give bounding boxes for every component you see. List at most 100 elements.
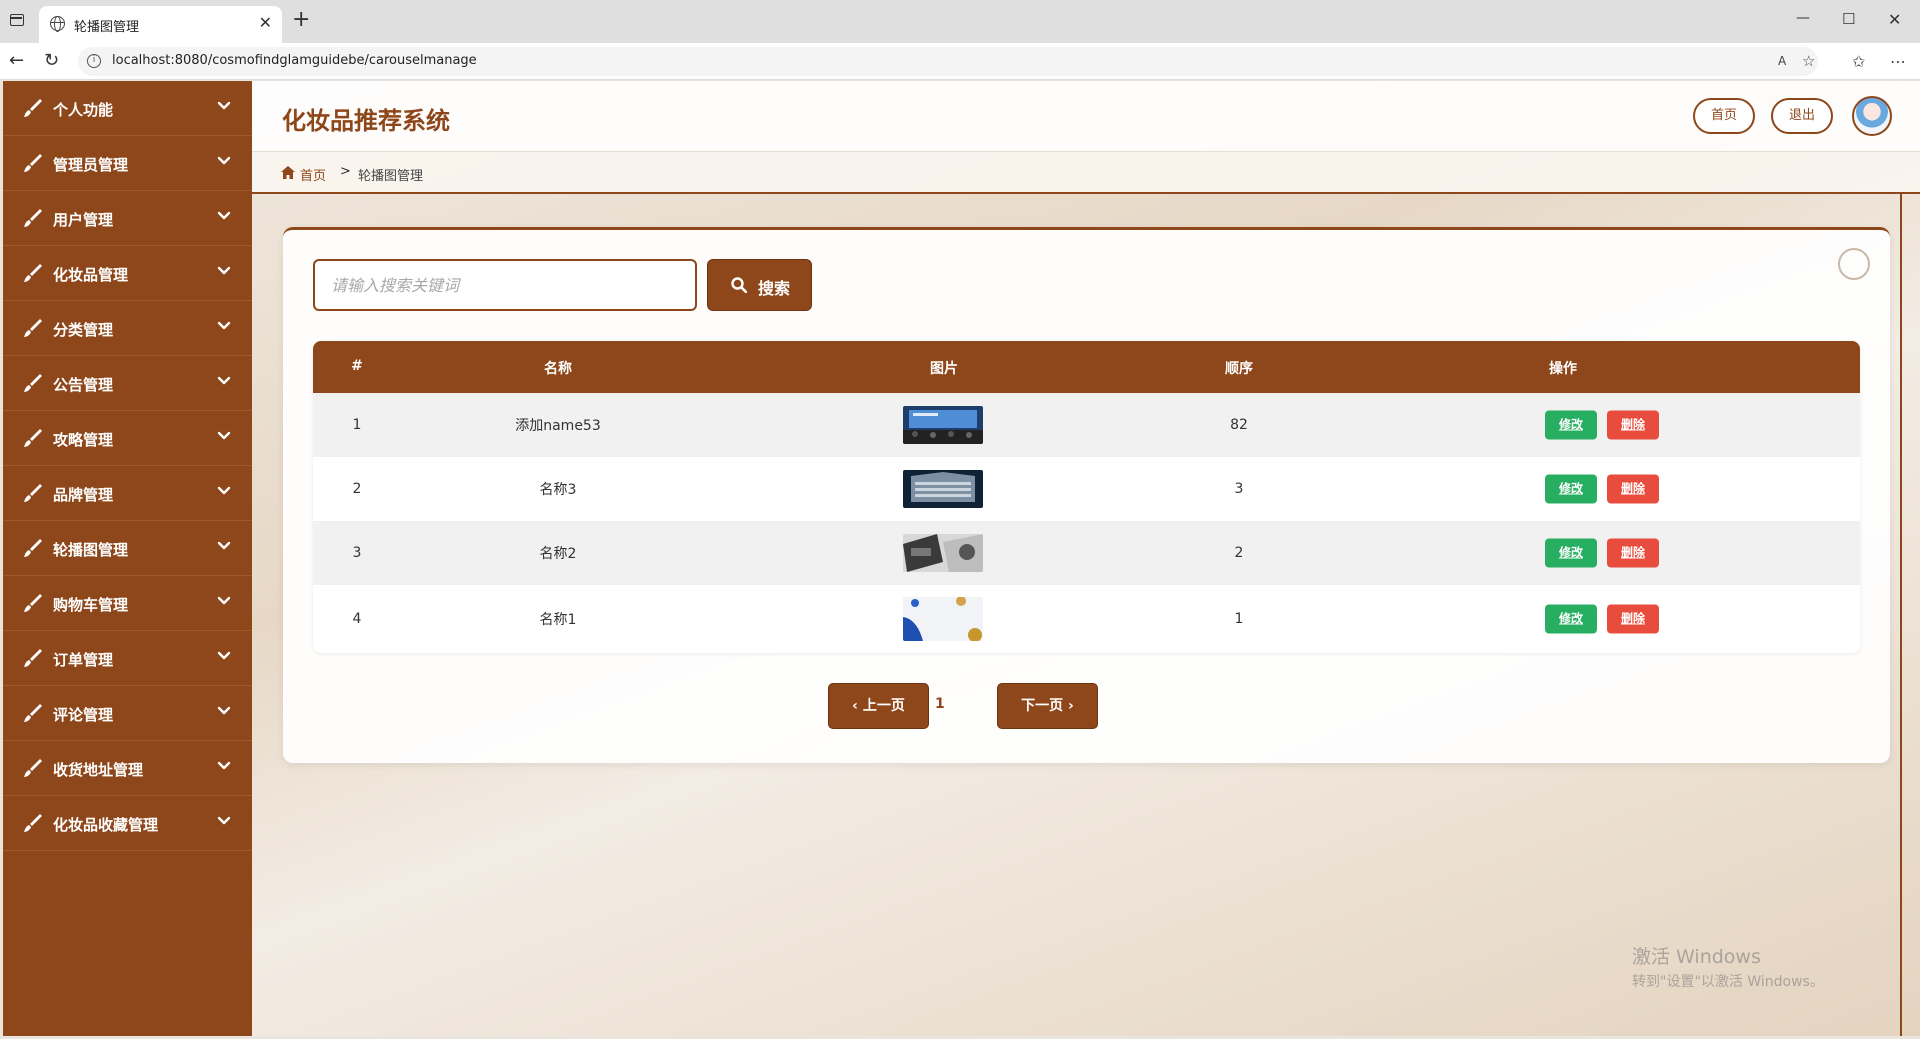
maximize-icon[interactable]: ☐	[1842, 10, 1855, 28]
browser-tab-bar: 轮播图管理 ✕ + — ☐ ✕	[0, 0, 1920, 43]
minimize-icon[interactable]: —	[1796, 10, 1810, 26]
close-tab-icon[interactable]: ✕	[259, 13, 272, 32]
back-icon[interactable]: ←	[9, 50, 24, 71]
table-row: 1 添加name53 82 修改 删除	[313, 393, 1860, 457]
brush-icon	[24, 759, 42, 777]
delete-button[interactable]: 删除	[1607, 474, 1659, 504]
chevron-down-icon	[217, 761, 231, 770]
sidebar-item[interactable]: 个人功能	[3, 81, 252, 136]
row-index: 4	[352, 611, 362, 627]
delete-button[interactable]: 删除	[1607, 604, 1659, 634]
edit-button[interactable]: 修改	[1545, 410, 1597, 440]
col-order: 顺序	[1225, 361, 1253, 377]
sidebar-item[interactable]: 化妆品管理	[3, 246, 252, 301]
browser-tab[interactable]: 轮播图管理 ✕	[39, 6, 282, 43]
current-page[interactable]: 1	[935, 696, 945, 712]
watermark-line2: 转到"设置"以激活 Windows。	[1632, 974, 1824, 990]
globe-icon	[50, 16, 65, 32]
favorites-icon[interactable]: ✩	[1852, 52, 1865, 71]
carousel-table: # 名称 图片 顺序 操作 1 添加name53 82 修改 删除 2 名称3 …	[313, 341, 1860, 653]
brush-icon	[24, 484, 42, 502]
fashion-thumbnail	[903, 534, 983, 572]
more-menu-icon[interactable]: ⋯	[1890, 52, 1906, 71]
brush-icon	[24, 539, 42, 557]
logout-button[interactable]: 退出	[1771, 98, 1833, 134]
prev-page-button[interactable]: ‹ 上一页	[828, 683, 929, 729]
row-index: 1	[352, 417, 362, 433]
system-title: 化妆品推荐系统	[282, 107, 450, 135]
row-order: 1	[1234, 611, 1244, 627]
brush-icon	[24, 374, 42, 392]
row-name: 名称1	[539, 612, 577, 628]
sidebar-item[interactable]: 分类管理	[3, 301, 252, 356]
sidebar-item[interactable]: 攻略管理	[3, 411, 252, 466]
breadcrumb-current: 轮播图管理	[358, 169, 424, 184]
sidebar-item[interactable]: 化妆品收藏管理	[3, 796, 252, 851]
new-tab-icon[interactable]: +	[292, 8, 310, 32]
table-row: 3 名称2 2 修改 删除	[313, 521, 1860, 585]
sidebar-item[interactable]: 轮播图管理	[3, 521, 252, 576]
brush-icon	[24, 264, 42, 282]
sidebar-item[interactable]: 收货地址管理	[3, 741, 252, 796]
site-info-icon[interactable]: i	[87, 54, 101, 68]
row-name: 名称2	[539, 546, 577, 562]
col-name: 名称	[544, 361, 572, 377]
row-name: 名称3	[539, 482, 577, 498]
avatar[interactable]	[1852, 96, 1892, 136]
sidebar-item-label: 化妆品管理	[53, 266, 129, 284]
chevron-down-icon	[217, 486, 231, 495]
sidebar-item-label: 公告管理	[53, 376, 114, 394]
brush-icon	[24, 814, 42, 832]
sidebar-item-label: 品牌管理	[53, 486, 114, 504]
brush-icon	[24, 594, 42, 612]
sidebar-item[interactable]: 公告管理	[3, 356, 252, 411]
sidebar-item-label: 化妆品收藏管理	[53, 816, 159, 834]
edit-button[interactable]: 修改	[1545, 538, 1597, 568]
loading-ring-icon	[1838, 248, 1870, 280]
content-right-border	[1900, 194, 1902, 1036]
row-name: 添加name53	[515, 418, 601, 434]
search-button[interactable]: 搜索	[707, 259, 812, 311]
chevron-down-icon	[217, 321, 231, 330]
edit-button[interactable]: 修改	[1545, 604, 1597, 634]
refresh-icon[interactable]: ↻	[44, 50, 59, 71]
chevron-down-icon	[217, 266, 231, 275]
abstract-shapes-thumbnail	[903, 597, 983, 641]
col-image: 图片	[930, 361, 958, 377]
delete-button[interactable]: 删除	[1607, 410, 1659, 440]
tab-actions-icon[interactable]	[10, 14, 24, 26]
favorite-star-icon[interactable]: ☆	[1802, 52, 1815, 70]
sidebar-item[interactable]: 购物车管理	[3, 576, 252, 631]
sidebar: 个人功能管理员管理用户管理化妆品管理分类管理公告管理攻略管理品牌管理轮播图管理购…	[3, 81, 252, 1036]
table-header: # 名称 图片 顺序 操作	[313, 341, 1860, 393]
sidebar-item[interactable]: 评论管理	[3, 686, 252, 741]
home-button[interactable]: 首页	[1693, 98, 1755, 134]
table-row: 4 名称1 1 修改 删除	[313, 585, 1860, 653]
search-input[interactable]	[313, 259, 697, 311]
watermark-line1: 激活 Windows	[1632, 946, 1761, 968]
sidebar-item-label: 管理员管理	[53, 156, 129, 174]
edit-button[interactable]: 修改	[1545, 474, 1597, 504]
sidebar-item[interactable]: 管理员管理	[3, 136, 252, 191]
sidebar-item-label: 用户管理	[53, 211, 114, 229]
sidebar-item-label: 分类管理	[53, 321, 114, 339]
chevron-down-icon	[217, 101, 231, 110]
close-window-icon[interactable]: ✕	[1888, 10, 1901, 29]
next-page-button[interactable]: 下一页 ›	[997, 683, 1098, 729]
read-aloud-icon[interactable]: A	[1778, 54, 1786, 68]
main-area: 化妆品推荐系统 首页 退出 首页 > 轮播图管理 搜索 # 名称 图片 顺序	[252, 81, 1920, 1036]
search-button-label: 搜索	[758, 281, 791, 298]
delete-button[interactable]: 删除	[1607, 538, 1659, 568]
sidebar-item[interactable]: 品牌管理	[3, 466, 252, 521]
sidebar-item[interactable]: 用户管理	[3, 191, 252, 246]
sidebar-item[interactable]: 订单管理	[3, 631, 252, 686]
chevron-down-icon	[217, 596, 231, 605]
chevron-down-icon	[217, 816, 231, 825]
url-field[interactable]: i localhost:8080/cosmofindglamguidebe/ca…	[78, 47, 1818, 76]
row-order: 82	[1230, 417, 1248, 433]
row-index: 2	[352, 481, 362, 497]
breadcrumb-home[interactable]: 首页	[300, 165, 326, 184]
brush-icon	[24, 209, 42, 227]
chevron-right-icon: ›	[1063, 698, 1074, 714]
chevron-down-icon	[217, 541, 231, 550]
